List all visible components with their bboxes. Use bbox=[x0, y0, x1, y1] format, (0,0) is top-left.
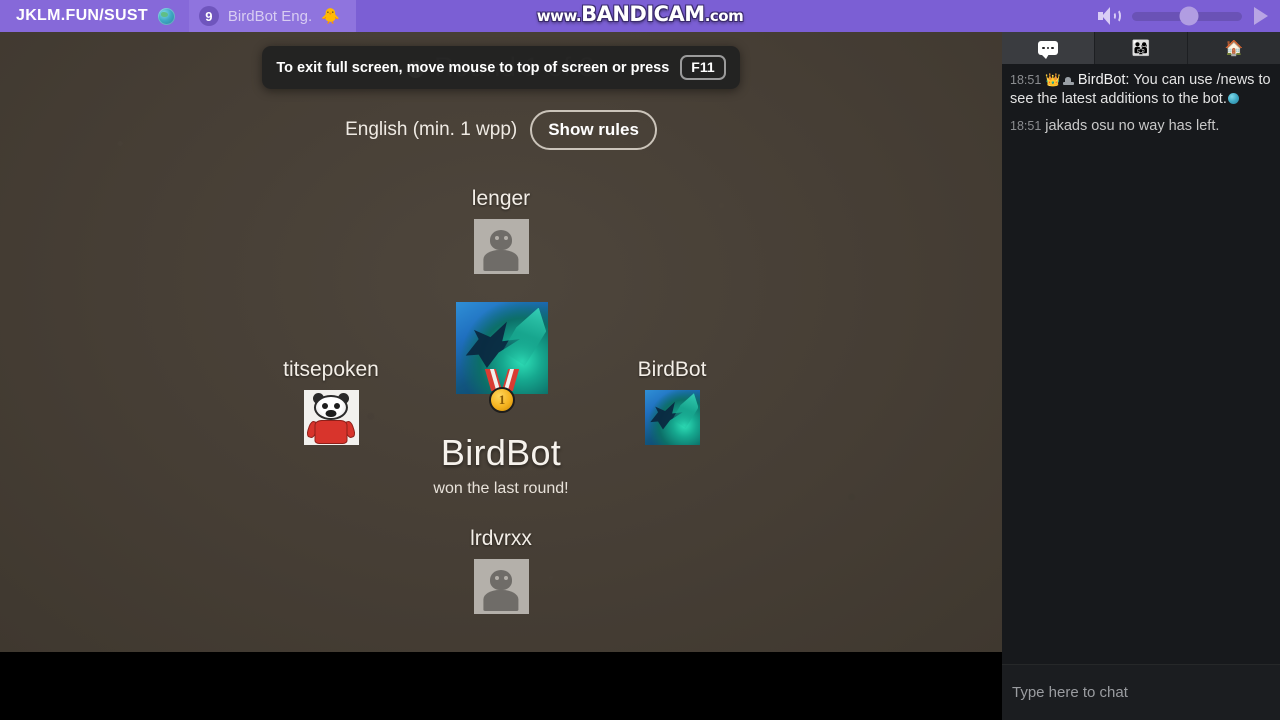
player-slot-top[interactable]: lenger bbox=[436, 187, 566, 274]
globe-emoji-icon bbox=[1227, 93, 1239, 105]
player-name: lenger bbox=[471, 187, 531, 210]
room-code-area[interactable]: JKLM.FUN/SUST bbox=[0, 0, 189, 32]
globe-icon bbox=[157, 7, 175, 25]
chat-bubble-icon bbox=[1038, 41, 1058, 59]
recorder-controls bbox=[1098, 6, 1280, 26]
tab-chat[interactable] bbox=[1002, 32, 1095, 64]
player-name: lrdvrxx bbox=[470, 527, 532, 550]
chat-text: jakads osu no way has left. bbox=[1045, 117, 1220, 134]
room-code-label: JKLM.FUN/SUST bbox=[16, 7, 148, 24]
tab-home[interactable]: 🏠 bbox=[1188, 32, 1280, 64]
chat-input-area[interactable] bbox=[1002, 664, 1280, 720]
tab-title-label: BirdBot Eng. bbox=[227, 7, 313, 25]
medal-place-label: 1 bbox=[489, 387, 515, 413]
chat-timestamp: 18:51 bbox=[1010, 118, 1042, 133]
game-stage: Round 1 of 3 To exit full screen, move m… bbox=[0, 32, 1002, 652]
first-place-medal-icon: 1 bbox=[482, 369, 522, 413]
chat-message: 18:51 jakads osu no way has left. bbox=[1010, 117, 1272, 136]
watermark-suffix: .com bbox=[704, 7, 744, 25]
chat-message: 18:51 👑 BirdBot: You can use /news to see … bbox=[1010, 71, 1272, 110]
chat-timestamp: 18:51 bbox=[1010, 73, 1042, 87]
player-slot-bottom[interactable]: lrdvrxx bbox=[436, 527, 566, 614]
recorder-top-bar: JKLM.FUN/SUST 9 BirdBot Eng. 🐥 www.BANDI… bbox=[0, 0, 1280, 32]
play-arrow-icon[interactable] bbox=[1254, 7, 1268, 25]
watermark-main: BANDICAM bbox=[581, 2, 705, 26]
watermark-prefix: www. bbox=[536, 7, 582, 25]
chick-icon: 🐥 bbox=[321, 7, 340, 25]
chat-tab-bar: 👨‍👩‍👧 🏠 bbox=[1002, 32, 1280, 64]
default-avatar bbox=[473, 559, 529, 614]
tab-players[interactable]: 👨‍👩‍👧 bbox=[1095, 32, 1188, 64]
player-name: BirdBot bbox=[637, 358, 707, 381]
rank-icon bbox=[1062, 76, 1074, 85]
winner-subtitle-label: won the last round! bbox=[433, 480, 569, 497]
app-root: JKLM.FUN/SUST 9 BirdBot Eng. 🐥 www.BANDI… bbox=[0, 0, 1280, 720]
speaker-icon[interactable] bbox=[1098, 7, 1121, 25]
tab-badge-count: 9 bbox=[198, 6, 219, 26]
people-icon: 👨‍👩‍👧 bbox=[1131, 40, 1151, 57]
player-ring: lenger titsepoken BirdBot lrdvrxx 1 bbox=[0, 32, 1002, 652]
default-avatar bbox=[473, 219, 529, 274]
volume-slider[interactable] bbox=[1132, 6, 1242, 26]
winner-avatar-slot[interactable]: 1 bbox=[456, 302, 548, 413]
browser-tab-birdbot[interactable]: 9 BirdBot Eng. 🐥 bbox=[188, 0, 356, 32]
chat-message-list[interactable]: 18:51 👑 BirdBot: You can use /news to see … bbox=[1002, 64, 1280, 664]
winner-name-label: BirdBot bbox=[440, 432, 562, 473]
player-name: titsepoken bbox=[283, 358, 379, 381]
chat-author: BirdBot: bbox=[1077, 72, 1130, 88]
volume-slider-knob[interactable] bbox=[1179, 6, 1199, 26]
home-icon: 🏠 bbox=[1224, 40, 1244, 57]
winner-announcement: BirdBot won the last round! bbox=[0, 432, 1002, 498]
crown-icon: 👑 bbox=[1045, 73, 1061, 87]
chat-panel: 👨‍👩‍👧 🏠 18:51 👑 BirdBot: You can use /news… bbox=[1002, 32, 1280, 720]
chat-input[interactable] bbox=[1002, 665, 1280, 720]
